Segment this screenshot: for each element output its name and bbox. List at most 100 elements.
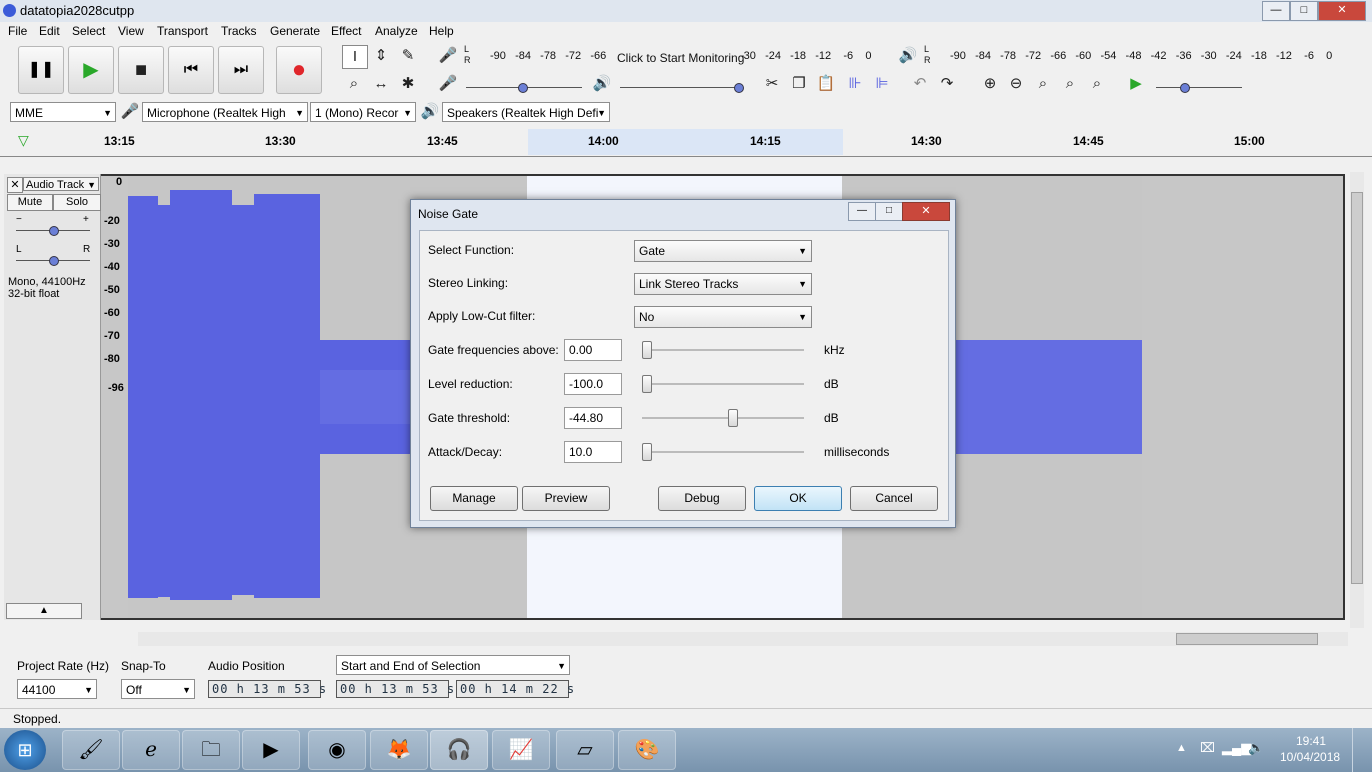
timeline-selection[interactable] [528, 129, 843, 155]
ok-button[interactable]: OK [754, 486, 842, 511]
solo-button[interactable]: Solo [53, 194, 101, 211]
timeline-play-head-icon[interactable]: ▽ [18, 132, 29, 149]
debug-button[interactable]: Debug [658, 486, 746, 511]
start-button-icon[interactable]: ⊞ [4, 730, 46, 770]
envelope-tool-icon[interactable]: ⇕ [369, 45, 393, 67]
audio-host-select[interactable]: MME ▼ [10, 102, 116, 122]
multi-tool-icon[interactable]: ✱ [396, 73, 420, 95]
notes-app-icon[interactable]: ▱ [556, 730, 614, 770]
minimize-button[interactable]: — [1262, 1, 1290, 21]
chart-app-icon[interactable]: 📈 [492, 730, 550, 770]
silence-icon[interactable]: ⊫ [870, 73, 894, 95]
skip-start-button[interactable]: ⏮ [168, 46, 214, 94]
mute-button[interactable]: Mute [7, 194, 53, 211]
zoom-tool-icon[interactable]: ⌕ [342, 73, 366, 95]
maximize-button[interactable]: □ [1290, 1, 1318, 21]
track-name-menu[interactable]: Audio Track ▼ [23, 177, 99, 191]
level-reduction-input[interactable]: -100.0 [564, 373, 622, 395]
record-meter-mic-icon[interactable]: 🎤 [436, 45, 460, 67]
menu-effect[interactable]: Effect [331, 24, 361, 38]
gate-frequency-input[interactable]: 0.00 [564, 339, 622, 361]
dialog-close-button[interactable]: ✕ [902, 202, 950, 221]
menu-analyze[interactable]: Analyze [375, 24, 418, 38]
project-rate-select[interactable]: 44100 ▼ [17, 679, 97, 699]
fit-selection-icon[interactable]: ⌕ [1031, 73, 1055, 95]
internet-explorer-icon[interactable]: ℯ [122, 730, 180, 770]
fit-project-icon[interactable]: ⌕ [1058, 73, 1082, 95]
draw-tool-icon[interactable]: ✎ [396, 45, 420, 67]
gate-threshold-input[interactable]: -44.80 [564, 407, 622, 429]
input-volume-thumb[interactable] [518, 83, 528, 93]
menu-select[interactable]: Select [72, 24, 105, 38]
clock-date[interactable]: 10/04/2018 [1280, 750, 1340, 764]
horizontal-scroll-thumb[interactable] [1176, 633, 1318, 645]
recording-device-select[interactable]: Microphone (Realtek High ▼ [142, 102, 308, 122]
cut-icon[interactable]: ✂ [760, 73, 784, 95]
gate-threshold-slider-thumb[interactable] [728, 409, 739, 427]
output-volume-thumb[interactable] [734, 83, 744, 93]
playback-device-select[interactable]: Speakers (Realtek High Defi ▼ [442, 102, 610, 122]
track-close-button[interactable]: ✕ [7, 177, 23, 193]
gate-threshold-slider[interactable] [642, 417, 804, 419]
play-speed-thumb[interactable] [1180, 83, 1190, 93]
paint-app-icon[interactable]: 🎨 [618, 730, 676, 770]
firefox-icon[interactable]: 🦊 [370, 730, 428, 770]
collapse-track-button[interactable]: ▲ [6, 603, 82, 619]
close-button[interactable]: ✕ [1318, 1, 1366, 21]
manage-button[interactable]: Manage [430, 486, 518, 511]
show-desktop-button[interactable] [1352, 728, 1367, 772]
attack-decay-slider-thumb[interactable] [642, 443, 652, 461]
zoom-in-icon[interactable]: ⊕ [978, 73, 1002, 95]
play-button[interactable]: ▶ [68, 46, 114, 94]
zoom-toggle-icon[interactable]: ⌕ [1085, 73, 1109, 95]
lowcut-dropdown[interactable]: No ▼ [634, 306, 812, 328]
pause-button[interactable]: ❚❚ [18, 46, 64, 94]
selection-mode-select[interactable]: Start and End of Selection ▼ [336, 655, 570, 675]
menu-transport[interactable]: Transport [157, 24, 208, 38]
taskbar-app-icon[interactable]: 🖌 [62, 730, 120, 770]
tray-device-icon[interactable]: ⌧ [1200, 740, 1215, 756]
selection-tool-icon[interactable]: I [342, 45, 368, 69]
file-explorer-icon[interactable]: 🗀 [182, 730, 240, 770]
menu-file[interactable]: File [8, 24, 27, 38]
record-button[interactable]: ● [276, 46, 322, 94]
volume-icon[interactable]: 🔈 [1248, 740, 1264, 756]
timeshift-tool-icon[interactable]: ↔ [369, 73, 393, 95]
preview-button[interactable]: Preview [522, 486, 610, 511]
snap-to-select[interactable]: Off ▼ [121, 679, 195, 699]
audio-position-time[interactable]: 00 h 13 m 53 s [208, 680, 326, 698]
redo-icon[interactable]: ↷ [935, 73, 959, 95]
network-icon[interactable]: ▂▄▆ [1222, 740, 1251, 756]
menu-help[interactable]: Help [429, 24, 454, 38]
record-meter-prompt[interactable]: Click to Start Monitoring [617, 51, 744, 65]
media-player-icon[interactable]: ▶ [242, 730, 300, 770]
gate-frequency-slider-thumb[interactable] [642, 341, 652, 359]
selection-start-time[interactable]: 00 h 13 m 53 s [336, 680, 454, 698]
vertical-scroll-thumb[interactable] [1351, 192, 1363, 584]
undo-icon[interactable]: ↶ [908, 73, 932, 95]
menu-tracks[interactable]: Tracks [221, 24, 257, 38]
cancel-button[interactable]: Cancel [850, 486, 938, 511]
output-volume-slider[interactable] [620, 87, 738, 88]
stereo-linking-dropdown[interactable]: Link Stereo Tracks ▼ [634, 273, 812, 295]
chrome-icon[interactable]: ◉ [308, 730, 366, 770]
select-function-dropdown[interactable]: Gate ▼ [634, 240, 812, 262]
dialog-maximize-button[interactable]: □ [875, 202, 903, 221]
menu-view[interactable]: View [118, 24, 144, 38]
zoom-out-icon[interactable]: ⊖ [1004, 73, 1028, 95]
dialog-minimize-button[interactable]: — [848, 202, 876, 221]
playback-meter-speaker-icon[interactable]: 🔊 [896, 45, 920, 67]
copy-icon[interactable]: ❐ [787, 73, 811, 95]
stop-button[interactable]: ■ [118, 46, 164, 94]
attack-decay-slider[interactable] [642, 451, 804, 453]
play-speed-slider[interactable] [1156, 87, 1242, 88]
clock-time[interactable]: 19:41 [1296, 734, 1326, 748]
menu-edit[interactable]: Edit [39, 24, 60, 38]
horizontal-scrollbar[interactable] [138, 632, 1348, 646]
selection-end-time[interactable]: 00 h 14 m 22 s [456, 680, 574, 698]
level-reduction-slider-thumb[interactable] [642, 375, 652, 393]
level-reduction-slider[interactable] [642, 383, 804, 385]
skip-end-button[interactable]: ⏭ [218, 46, 264, 94]
gain-slider-thumb[interactable] [49, 226, 59, 236]
gate-frequency-slider[interactable] [642, 349, 804, 351]
